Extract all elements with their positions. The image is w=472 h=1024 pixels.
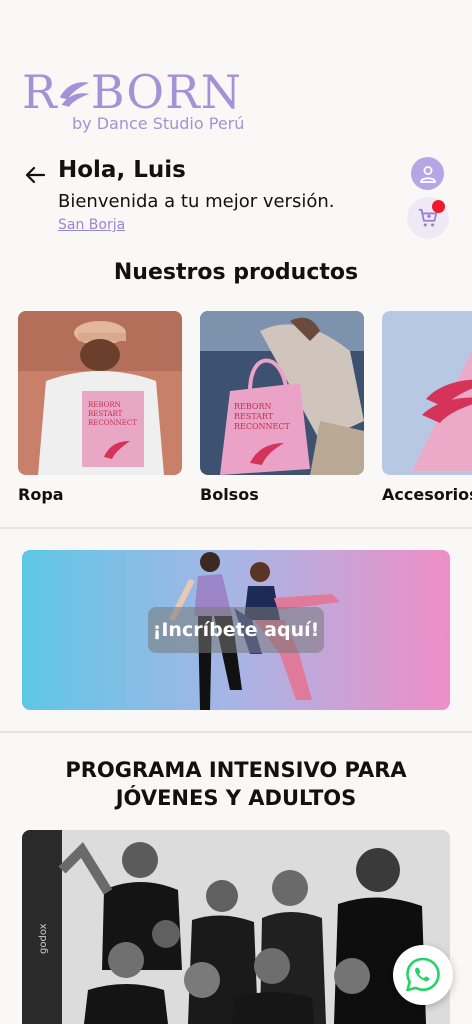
svg-text:RECONNECT: RECONNECT bbox=[234, 422, 291, 431]
products-title: Nuestros productos bbox=[113, 260, 359, 285]
program-title-line2: JÓVENES Y ADULTOS bbox=[115, 786, 357, 810]
user-icon bbox=[419, 165, 436, 183]
svg-text:REBORN: REBORN bbox=[88, 401, 121, 409]
products-carousel[interactable]: REBORN RESTART RECONNECT Ropa REBORN RES… bbox=[0, 311, 472, 511]
product-card-bolsos[interactable]: REBORN RESTART RECONNECT Bolsos bbox=[200, 311, 364, 504]
profile-button[interactable] bbox=[411, 157, 444, 190]
whatsapp-button[interactable] bbox=[393, 945, 453, 1005]
program-title-line1: PROGRAMA INTENSIVO PARA bbox=[65, 758, 407, 782]
product-label-bolsos: Bolsos bbox=[200, 485, 259, 504]
location-link[interactable]: San Borja bbox=[58, 217, 125, 233]
product-card-accesorios[interactable]: Accesorios bbox=[382, 311, 472, 504]
program-title: PROGRAMA INTENSIVO PARA JÓVENES Y ADULTO… bbox=[0, 756, 472, 812]
cart-button[interactable] bbox=[407, 197, 449, 239]
logo-swoosh-icon bbox=[59, 82, 89, 107]
svg-text:godox: godox bbox=[38, 923, 49, 954]
product-label-accesorios: Accesorios bbox=[382, 485, 472, 504]
section-divider bbox=[0, 731, 472, 733]
greeting-subtitle: Bienvenida a tu mejor versión. bbox=[58, 191, 335, 212]
logo-wordmark: R BORN bbox=[22, 65, 242, 119]
product-image-bolsos: REBORN RESTART RECONNECT bbox=[200, 311, 364, 475]
brand-logo: R BORN by Dance Studio Perú bbox=[22, 65, 244, 133]
product-image-ropa: REBORN RESTART RECONNECT bbox=[18, 311, 182, 475]
greeting-title: Hola, Luis bbox=[58, 157, 186, 183]
back-button[interactable] bbox=[22, 162, 48, 188]
product-image-accesorios bbox=[382, 311, 472, 475]
logo-subtitle: by Dance Studio Perú bbox=[72, 114, 245, 133]
whatsapp-icon bbox=[406, 957, 440, 992]
cart-badge bbox=[432, 200, 445, 213]
section-divider bbox=[0, 527, 472, 529]
arrow-left-icon bbox=[25, 166, 46, 184]
product-card-ropa[interactable]: REBORN RESTART RECONNECT Ropa bbox=[18, 311, 182, 504]
signup-button[interactable]: ¡Incríbete aquí! bbox=[148, 607, 324, 653]
svg-text:REBORN: REBORN bbox=[234, 402, 271, 411]
product-label-ropa: Ropa bbox=[18, 485, 64, 504]
svg-text:RESTART: RESTART bbox=[234, 412, 274, 421]
svg-text:RECONNECT: RECONNECT bbox=[88, 419, 137, 427]
svg-text:RESTART: RESTART bbox=[88, 410, 123, 418]
program-group-photo[interactable]: godox bbox=[22, 830, 450, 1024]
